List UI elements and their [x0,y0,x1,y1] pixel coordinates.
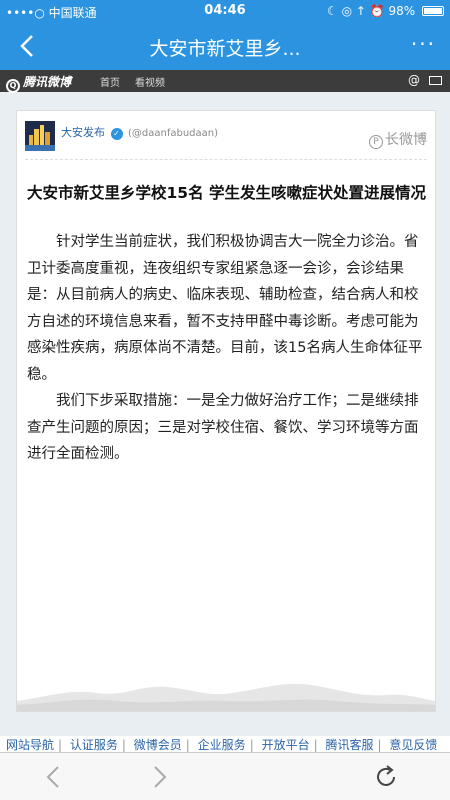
qq-logo-icon: Q [6,79,20,93]
article-paragraph: 针对学生当前症状，我们积极协调吉大一院全力诊治。省卫计委高度重视，连夜组织专家组… [27,234,423,383]
mountain-decoration [17,683,435,711]
battery-percent: 98% [388,4,416,18]
battery-fill [424,8,442,14]
footer-link[interactable]: 微博会员 [134,738,182,752]
article-title: 大安市新艾里乡学校15名 学生发生咳嗽症状处置进展情况 [27,184,426,202]
footer-link[interactable]: 认证服务 [70,738,118,752]
long-weibo-logo: P 长微博 [369,129,427,149]
verified-icon: ✓ [110,128,123,140]
footer-links: 网站导航 | 认证服务 | 微博会员 | 企业服务 | 开放平台 | 腾讯客服 | 意见反馈 [0,736,450,752]
footer-separator: | [377,738,382,752]
footer-link[interactable]: 企业服务 [198,738,246,752]
long-weibo-icon: P [369,135,383,149]
browser-forward-icon[interactable] [145,763,173,791]
browser-toolbar [0,752,450,800]
article-paragraph: 我们下步采取措施：一是全力做好治疗工作；二是继续排查产生问题的原因；三是对学校住… [27,393,419,462]
footer-separator: | [249,738,254,752]
footer-link[interactable]: 网站导航 [6,738,54,752]
post-card: 大安发布 ✓ (@daanfabudaan) P 长微博 大安市新艾里乡学校15名… [16,110,436,712]
author-name[interactable]: 大安发布 [61,126,105,139]
avatar[interactable] [25,121,55,151]
status-bar: ••••○ 中国联通 04:46 ☾ ◎ ↑ ⏰ 98% [0,0,450,22]
footer-separator: | [185,738,190,752]
post-author-line: 大安发布 ✓ (@daanfabudaan) [61,124,218,140]
status-icons: ☾ ◎ ↑ ⏰ [327,4,389,18]
footer-link[interactable]: 开放平台 [262,738,310,752]
back-icon[interactable] [14,30,44,62]
browser-back-icon[interactable] [40,763,68,791]
footer-link[interactable]: 腾讯客服 [325,738,373,752]
more-menu-icon[interactable]: ··· [411,32,436,56]
long-weibo-label: 长微博 [385,132,427,148]
nav-video-link[interactable]: 看视频 [135,74,165,89]
weibo-logo[interactable]: Q 腾讯微博 [6,73,71,93]
footer-link[interactable]: 意见反馈 [389,738,437,752]
weibo-logo-text: 腾讯微博 [23,75,72,89]
article-body: 针对学生当前症状，我们积极协调吉大一院全力诊治。省卫计委高度重视，连夜组织专家组… [27,229,429,468]
mail-icon[interactable] [429,76,442,85]
avatar-image [25,121,55,151]
footer-separator: | [121,738,126,752]
nav-bar: 大安市新艾里乡... ··· [0,22,450,70]
at-icon[interactable]: @ [408,73,420,87]
divider [25,159,427,160]
page-title: 大安市新艾里乡... [149,38,301,60]
refresh-icon[interactable] [372,763,400,791]
battery-icon [422,6,444,16]
status-right: ☾ ◎ ↑ ⏰ 98% [327,4,444,18]
footer-separator: | [313,738,318,752]
nav-home-link[interactable]: 首页 [100,74,120,89]
weibo-top-bar: Q 腾讯微博 首页 看视频 @ [0,70,450,93]
author-handle: (@daanfabudaan) [128,128,219,139]
footer-separator: | [58,738,63,752]
